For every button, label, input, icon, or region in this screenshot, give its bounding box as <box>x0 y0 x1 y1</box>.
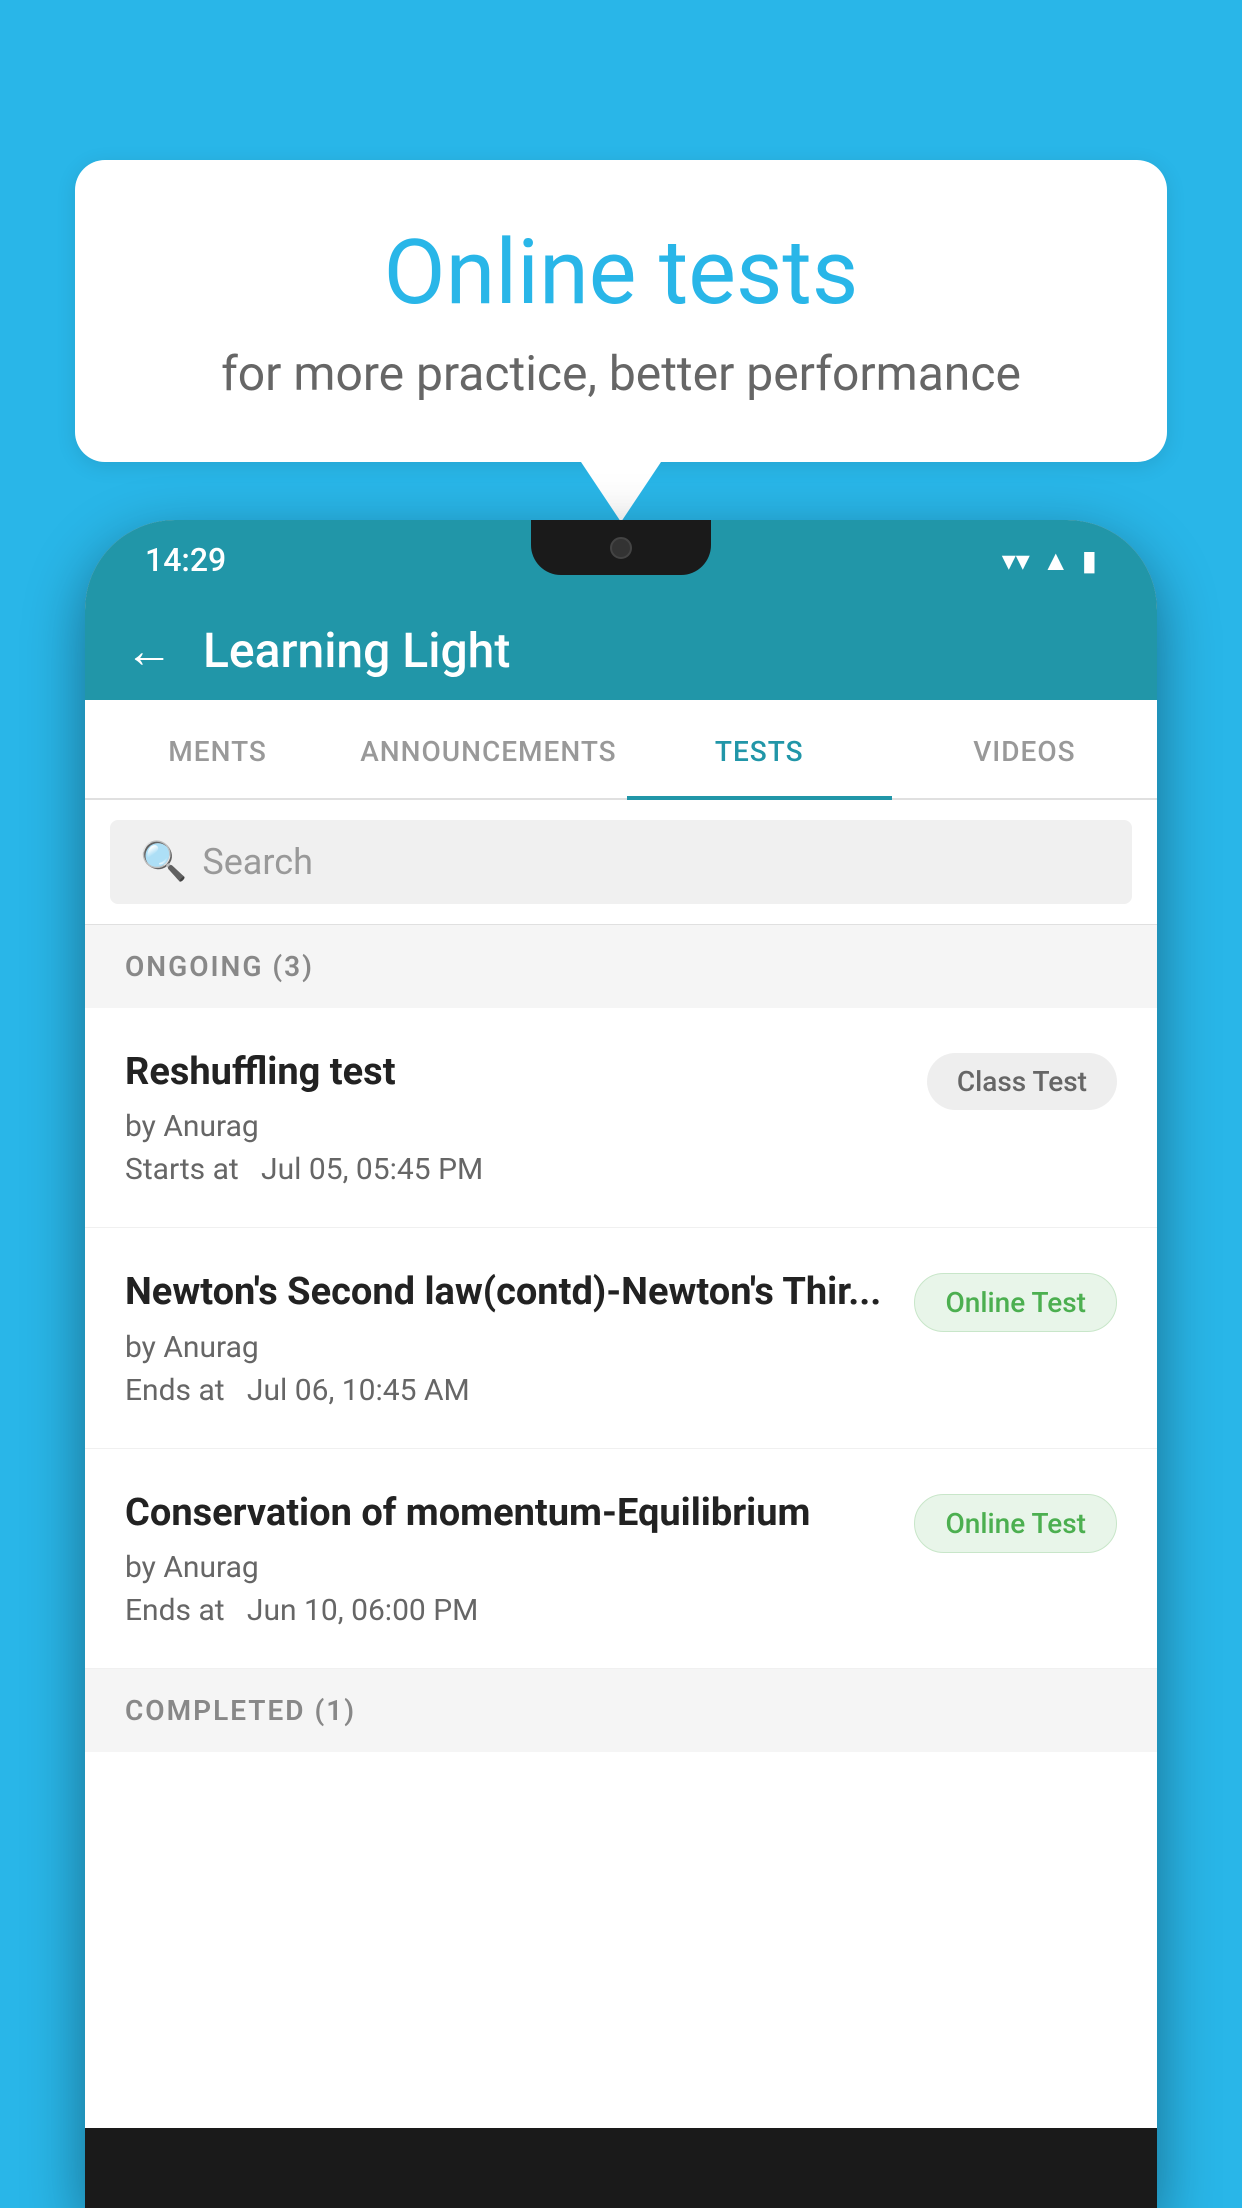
test-badge-1: Class Test <box>927 1053 1117 1110</box>
screen-content: 🔍 Search ONGOING (3) Reshuffling test by… <box>85 800 1157 2128</box>
phone-frame: 14:29 ▾▾ ▲ ▮ ← Learning Light MENTS ANNO… <box>85 520 1157 2208</box>
search-placeholder: Search <box>202 841 313 883</box>
test-date-1: Starts at Jul 05, 05:45 PM <box>125 1152 907 1187</box>
tab-videos[interactable]: VIDEOS <box>892 700 1157 798</box>
test-by-2: by Anurag <box>125 1330 894 1365</box>
search-container: 🔍 Search <box>85 800 1157 925</box>
test-date-3: Ends at Jun 10, 06:00 PM <box>125 1593 894 1628</box>
speech-bubble-title: Online tests <box>155 220 1087 325</box>
app-bar-title: Learning Light <box>203 622 510 679</box>
tab-bar: MENTS ANNOUNCEMENTS TESTS VIDEOS <box>85 700 1157 800</box>
wifi-icon: ▾▾ <box>1002 544 1030 577</box>
search-icon: 🔍 <box>140 840 187 884</box>
phone-notch <box>531 520 711 575</box>
test-title-3: Conservation of momentum-Equilibrium <box>125 1489 894 1538</box>
speech-bubble-subtitle: for more practice, better performance <box>155 345 1087 402</box>
ongoing-section-header: ONGOING (3) <box>85 925 1157 1008</box>
signal-icon: ▲ <box>1042 544 1070 577</box>
test-list: Reshuffling test by Anurag Starts at Jul… <box>85 1008 1157 1669</box>
test-info-1: Reshuffling test by Anurag Starts at Jul… <box>125 1048 927 1187</box>
tab-announcements[interactable]: ANNOUNCEMENTS <box>350 700 626 798</box>
test-badge-2: Online Test <box>914 1273 1117 1332</box>
test-item-2[interactable]: Newton's Second law(contd)-Newton's Thir… <box>85 1228 1157 1448</box>
test-item-1[interactable]: Reshuffling test by Anurag Starts at Jul… <box>85 1008 1157 1228</box>
status-time: 14:29 <box>145 541 226 579</box>
speech-bubble-pointer <box>581 462 661 522</box>
speech-bubble-container: Online tests for more practice, better p… <box>75 160 1167 522</box>
status-icons: ▾▾ ▲ ▮ <box>1002 544 1097 577</box>
search-field[interactable]: 🔍 Search <box>110 820 1132 904</box>
test-title-2: Newton's Second law(contd)-Newton's Thir… <box>125 1268 894 1317</box>
completed-section-header: COMPLETED (1) <box>85 1669 1157 1752</box>
phone-inner: 14:29 ▾▾ ▲ ▮ ← Learning Light MENTS ANNO… <box>85 520 1157 2128</box>
back-button[interactable]: ← <box>125 622 173 679</box>
test-title-1: Reshuffling test <box>125 1048 907 1097</box>
battery-icon: ▮ <box>1082 544 1097 577</box>
tab-tests[interactable]: TESTS <box>627 700 892 798</box>
speech-bubble: Online tests for more practice, better p… <box>75 160 1167 462</box>
test-item-3[interactable]: Conservation of momentum-Equilibrium by … <box>85 1449 1157 1669</box>
tab-ments[interactable]: MENTS <box>85 700 350 798</box>
test-badge-3: Online Test <box>914 1494 1117 1553</box>
test-date-2: Ends at Jul 06, 10:45 AM <box>125 1373 894 1408</box>
test-by-3: by Anurag <box>125 1550 894 1585</box>
phone-camera <box>610 537 632 559</box>
test-info-2: Newton's Second law(contd)-Newton's Thir… <box>125 1268 914 1407</box>
status-bar: 14:29 ▾▾ ▲ ▮ <box>85 520 1157 600</box>
app-bar: ← Learning Light <box>85 600 1157 700</box>
test-by-1: by Anurag <box>125 1109 907 1144</box>
test-info-3: Conservation of momentum-Equilibrium by … <box>125 1489 914 1628</box>
